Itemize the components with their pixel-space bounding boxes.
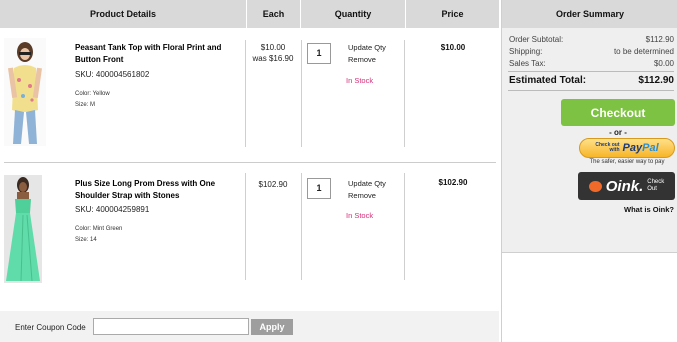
or-separator: - or - [609,128,627,137]
remove-link[interactable]: Remove [348,54,376,65]
product-sku: SKU: 400004259891 [75,205,150,214]
quantity-input[interactable]: 1 [307,178,331,199]
total-row: Estimated Total: $112.90 [509,75,674,86]
color-label: Color: [75,91,92,97]
product-size: Size: M [75,102,95,108]
paypal-pay-text: Pay [622,142,643,154]
header-quantity: Quantity [301,0,405,28]
column-divider [404,173,405,280]
coupon-label: Enter Coupon Code [15,323,86,332]
tax-row: Sales Tax: $0.00 [509,59,674,68]
checkout-button[interactable]: Checkout [561,99,675,126]
header-product-details: Product Details [0,0,246,28]
product-image[interactable] [4,38,46,146]
color-value: Yellow [92,91,110,97]
paypal-with-text: with [609,147,620,153]
order-summary-panel: Order Summary Order Subtotal: $112.90 Sh… [501,0,677,342]
paypal-logo: PayPal [623,142,659,154]
product-sku: SKU: 400004561802 [75,70,150,79]
column-divider [301,173,302,280]
cart-item-row: Peasant Tank Top with Floral Print and B… [0,28,499,162]
subtotal-value: $112.90 [645,35,674,44]
oink-checkout-text: Check Out [647,179,664,193]
oink-checkout-button[interactable]: Oink. Check Out [578,172,675,200]
oink-pig-icon [588,180,602,192]
paypal-checkout-button[interactable]: Check out with PayPal [579,138,675,158]
remove-link[interactable]: Remove [348,190,376,201]
stock-status: In Stock [346,211,374,220]
size-label: Size: [75,237,89,243]
size-value: 14 [90,237,97,243]
tax-label: Sales Tax: [509,59,546,68]
total-value: $112.90 [638,75,674,86]
product-image[interactable] [4,175,42,283]
unit-price-value: $10.00 [260,43,286,52]
unit-price: $10.00 was $16.90 [246,42,300,64]
update-qty-link[interactable]: Update Qty [348,178,386,189]
unit-price: $102.90 [246,179,300,190]
was-price: was $16.90 [252,54,294,63]
product-name[interactable]: Plus Size Long Prom Dress with One Shoul… [75,178,240,202]
oink-out-text: Out [647,186,657,192]
color-value: Mint Green [92,226,123,232]
product-photo-tank-top [4,38,46,146]
paypal-pal-text: Pal [642,142,659,154]
product-name[interactable]: Peasant Tank Top with Floral Print and B… [75,42,240,66]
update-qty-link[interactable]: Update Qty [348,42,386,53]
header-each: Each [247,0,300,28]
subtotal-label: Order Subtotal: [509,35,564,44]
oink-check-text: Check [647,179,665,185]
product-color: Color: Mint Green [75,226,122,232]
column-divider [404,40,405,147]
coupon-input[interactable] [93,318,249,335]
size-label: Size: [75,102,89,108]
product-size: Size: 14 [75,237,97,243]
summary-divider [508,90,674,91]
line-total: $10.00 [440,43,466,52]
header-price: Price [406,0,499,28]
what-is-oink-link[interactable]: What is Oink? [624,205,674,214]
shipping-label: Shipping: [509,47,543,56]
line-total: $102.90 [438,178,468,187]
product-photo-prom-dress [4,175,42,283]
summary-divider [508,71,674,72]
order-summary-title: Order Summary [502,0,677,28]
product-color: Color: Yellow [75,91,110,97]
coupon-bar: Enter Coupon Code Apply [0,311,499,342]
cart-item-row: Plus Size Long Prom Dress with One Shoul… [0,163,499,311]
apply-button[interactable]: Apply [251,319,293,335]
shipping-row: Shipping: to be determined [509,47,674,56]
column-divider [301,40,302,147]
subtotal-row: Order Subtotal: $112.90 [509,35,674,44]
size-value: M [90,102,96,108]
paypal-small-text: Check out with [595,143,619,153]
oink-logo: Oink. [605,177,644,195]
order-summary-box: Order Subtotal: $112.90 Shipping: to be … [502,28,677,253]
shipping-value: to be determined [613,47,674,56]
total-label: Estimated Total: [509,75,587,86]
color-label: Color: [75,226,92,232]
stock-status: In Stock [346,76,374,85]
quantity-input[interactable]: 1 [307,43,331,64]
cart-panel: Product Details Each Quantity Price Peas… [0,0,499,342]
paypal-tagline: The safer, easier way to pay [589,159,665,165]
unit-price-value: $102.90 [258,180,288,189]
tax-value: $0.00 [653,59,674,68]
